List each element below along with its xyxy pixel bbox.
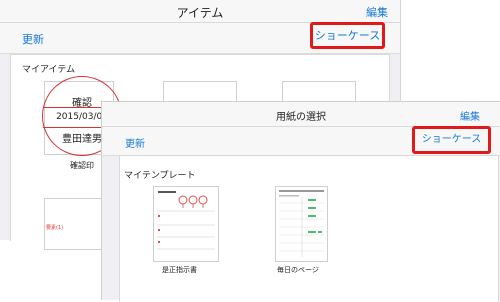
paper-selection-panel: 用紙の選択 編集 更新 ショーケース マイテンプレート 是正指示書 毎日のページ [101,101,500,302]
template-label: 是正指示書 [162,266,197,274]
paper-panel-refresh-button[interactable]: 更新 [125,135,145,150]
paper-panel-showcase-button[interactable]: ショーケース [412,126,491,154]
correction-order-preview [157,191,215,250]
item-panel-title: アイテム [176,6,224,20]
item-panel-edit-button[interactable]: 編集 [366,4,388,20]
template-thumbnail-daily-page[interactable] [275,186,328,262]
my-templates-section-title: マイテンプレート [124,171,196,181]
paper-panel-edit-button[interactable]: 編集 [460,108,480,123]
item-panel-refresh-button[interactable]: 更新 [22,31,44,47]
my-items-section-title: マイアイテム [22,65,76,75]
item-panel-showcase-button[interactable]: ショーケース [310,22,385,49]
daily-page-preview [279,190,324,257]
item-card-label: 確認印 [70,161,94,170]
template-thumbnail-correction-order[interactable] [153,186,219,262]
template-label: 毎日のページ [277,266,319,274]
item-card-document-text: 要素(1) [46,225,64,231]
paper-panel-title: 用紙の選択 [276,112,326,123]
